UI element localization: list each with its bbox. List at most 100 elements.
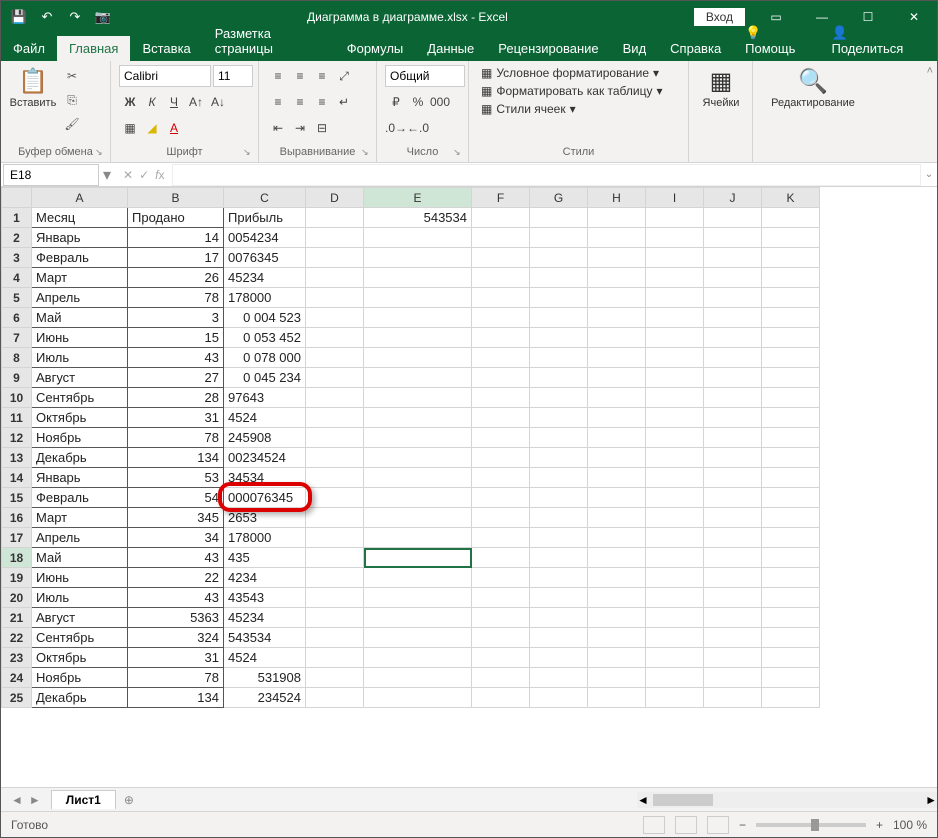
cell-E17[interactable] bbox=[364, 528, 472, 548]
cell-E10[interactable] bbox=[364, 388, 472, 408]
cell-I4[interactable] bbox=[646, 268, 704, 288]
sheet-tab[interactable]: Лист1 bbox=[51, 790, 116, 809]
cell-K16[interactable] bbox=[762, 508, 820, 528]
expand-fx-icon[interactable]: ⌄ bbox=[921, 169, 937, 180]
cell-C16[interactable]: 2653 bbox=[224, 508, 306, 528]
cell-B9[interactable]: 27 bbox=[128, 368, 224, 388]
cell-I16[interactable] bbox=[646, 508, 704, 528]
shrink-font-icon[interactable]: A↓ bbox=[207, 91, 229, 113]
cell-H12[interactable] bbox=[588, 428, 646, 448]
inc-decimal-icon[interactable]: .0→ bbox=[385, 117, 407, 139]
cell-I9[interactable] bbox=[646, 368, 704, 388]
copy-icon[interactable]: ⎘ bbox=[61, 89, 83, 111]
cell-D3[interactable] bbox=[306, 248, 364, 268]
cell-I6[interactable] bbox=[646, 308, 704, 328]
cell-J10[interactable] bbox=[704, 388, 762, 408]
borders-icon[interactable]: ▦ bbox=[119, 117, 141, 139]
cell-K21[interactable] bbox=[762, 608, 820, 628]
cell-D17[interactable] bbox=[306, 528, 364, 548]
cell-B22[interactable]: 324 bbox=[128, 628, 224, 648]
number-format-combo[interactable]: Общий bbox=[385, 65, 465, 87]
number-launcher-icon[interactable]: ↘ bbox=[453, 147, 465, 159]
row-header[interactable]: 3 bbox=[2, 248, 32, 268]
cell-C23[interactable]: 4524 bbox=[224, 648, 306, 668]
cell-J23[interactable] bbox=[704, 648, 762, 668]
cell-A25[interactable]: Декабрь bbox=[32, 688, 128, 708]
cell-J19[interactable] bbox=[704, 568, 762, 588]
cell-J20[interactable] bbox=[704, 588, 762, 608]
column-header-F[interactable]: F bbox=[472, 188, 530, 208]
cell-F19[interactable] bbox=[472, 568, 530, 588]
cell-B3[interactable]: 17 bbox=[128, 248, 224, 268]
indent-inc-icon[interactable]: ⇥ bbox=[289, 117, 311, 139]
cell-D22[interactable] bbox=[306, 628, 364, 648]
fill-color-icon[interactable]: ◢ bbox=[141, 117, 163, 139]
cell-J21[interactable] bbox=[704, 608, 762, 628]
zoom-in-icon[interactable]: + bbox=[876, 818, 883, 832]
cell-D2[interactable] bbox=[306, 228, 364, 248]
cell-A10[interactable]: Сентябрь bbox=[32, 388, 128, 408]
cell-F12[interactable] bbox=[472, 428, 530, 448]
cell-I22[interactable] bbox=[646, 628, 704, 648]
cell-E25[interactable] bbox=[364, 688, 472, 708]
row-header[interactable]: 2 bbox=[2, 228, 32, 248]
zoom-value[interactable]: 100 % bbox=[893, 818, 927, 832]
cell-K6[interactable] bbox=[762, 308, 820, 328]
cell-F3[interactable] bbox=[472, 248, 530, 268]
cell-F2[interactable] bbox=[472, 228, 530, 248]
cell-D6[interactable] bbox=[306, 308, 364, 328]
paste-button[interactable]: 📋 Вставить bbox=[9, 65, 57, 109]
cell-E16[interactable] bbox=[364, 508, 472, 528]
editing-button[interactable]: 🔍 Редактирование bbox=[761, 65, 865, 109]
cell-C2[interactable]: 0054234 bbox=[224, 228, 306, 248]
row-header[interactable]: 17 bbox=[2, 528, 32, 548]
cell-I17[interactable] bbox=[646, 528, 704, 548]
cell-D1[interactable] bbox=[306, 208, 364, 228]
cell-D5[interactable] bbox=[306, 288, 364, 308]
name-box-dropdown-icon[interactable]: ▾ bbox=[99, 165, 115, 185]
cell-H1[interactable] bbox=[588, 208, 646, 228]
cell-F13[interactable] bbox=[472, 448, 530, 468]
cell-C4[interactable]: 45234 bbox=[224, 268, 306, 288]
column-header-J[interactable]: J bbox=[704, 188, 762, 208]
cell-B20[interactable]: 43 bbox=[128, 588, 224, 608]
cell-F15[interactable] bbox=[472, 488, 530, 508]
font-name-combo[interactable]: Calibri bbox=[119, 65, 211, 87]
cell-G20[interactable] bbox=[530, 588, 588, 608]
column-header-G[interactable]: G bbox=[530, 188, 588, 208]
cell-G17[interactable] bbox=[530, 528, 588, 548]
cond-format-button[interactable]: ▦Условное форматирование ▾ bbox=[477, 65, 680, 81]
cell-B23[interactable]: 31 bbox=[128, 648, 224, 668]
cell-C21[interactable]: 45234 bbox=[224, 608, 306, 628]
cell-G21[interactable] bbox=[530, 608, 588, 628]
tab-insert[interactable]: Вставка bbox=[130, 36, 202, 61]
cell-K10[interactable] bbox=[762, 388, 820, 408]
cell-F16[interactable] bbox=[472, 508, 530, 528]
cell-G11[interactable] bbox=[530, 408, 588, 428]
font-launcher-icon[interactable]: ↘ bbox=[243, 147, 255, 159]
cell-H18[interactable] bbox=[588, 548, 646, 568]
cell-I21[interactable] bbox=[646, 608, 704, 628]
cell-E14[interactable] bbox=[364, 468, 472, 488]
cell-J15[interactable] bbox=[704, 488, 762, 508]
cell-A7[interactable]: Июнь bbox=[32, 328, 128, 348]
row-header[interactable]: 24 bbox=[2, 668, 32, 688]
cell-F23[interactable] bbox=[472, 648, 530, 668]
cell-A5[interactable]: Апрель bbox=[32, 288, 128, 308]
cell-F17[interactable] bbox=[472, 528, 530, 548]
cell-D24[interactable] bbox=[306, 668, 364, 688]
cell-D10[interactable] bbox=[306, 388, 364, 408]
align-launcher-icon[interactable]: ↘ bbox=[361, 147, 373, 159]
row-header[interactable]: 10 bbox=[2, 388, 32, 408]
cell-G1[interactable] bbox=[530, 208, 588, 228]
cell-E1[interactable]: 543534 bbox=[364, 208, 472, 228]
dec-decimal-icon[interactable]: ←.0 bbox=[407, 117, 429, 139]
cell-J17[interactable] bbox=[704, 528, 762, 548]
cell-G24[interactable] bbox=[530, 668, 588, 688]
cell-K19[interactable] bbox=[762, 568, 820, 588]
cell-G9[interactable] bbox=[530, 368, 588, 388]
cell-F25[interactable] bbox=[472, 688, 530, 708]
cell-E3[interactable] bbox=[364, 248, 472, 268]
row-header[interactable]: 5 bbox=[2, 288, 32, 308]
cell-H19[interactable] bbox=[588, 568, 646, 588]
